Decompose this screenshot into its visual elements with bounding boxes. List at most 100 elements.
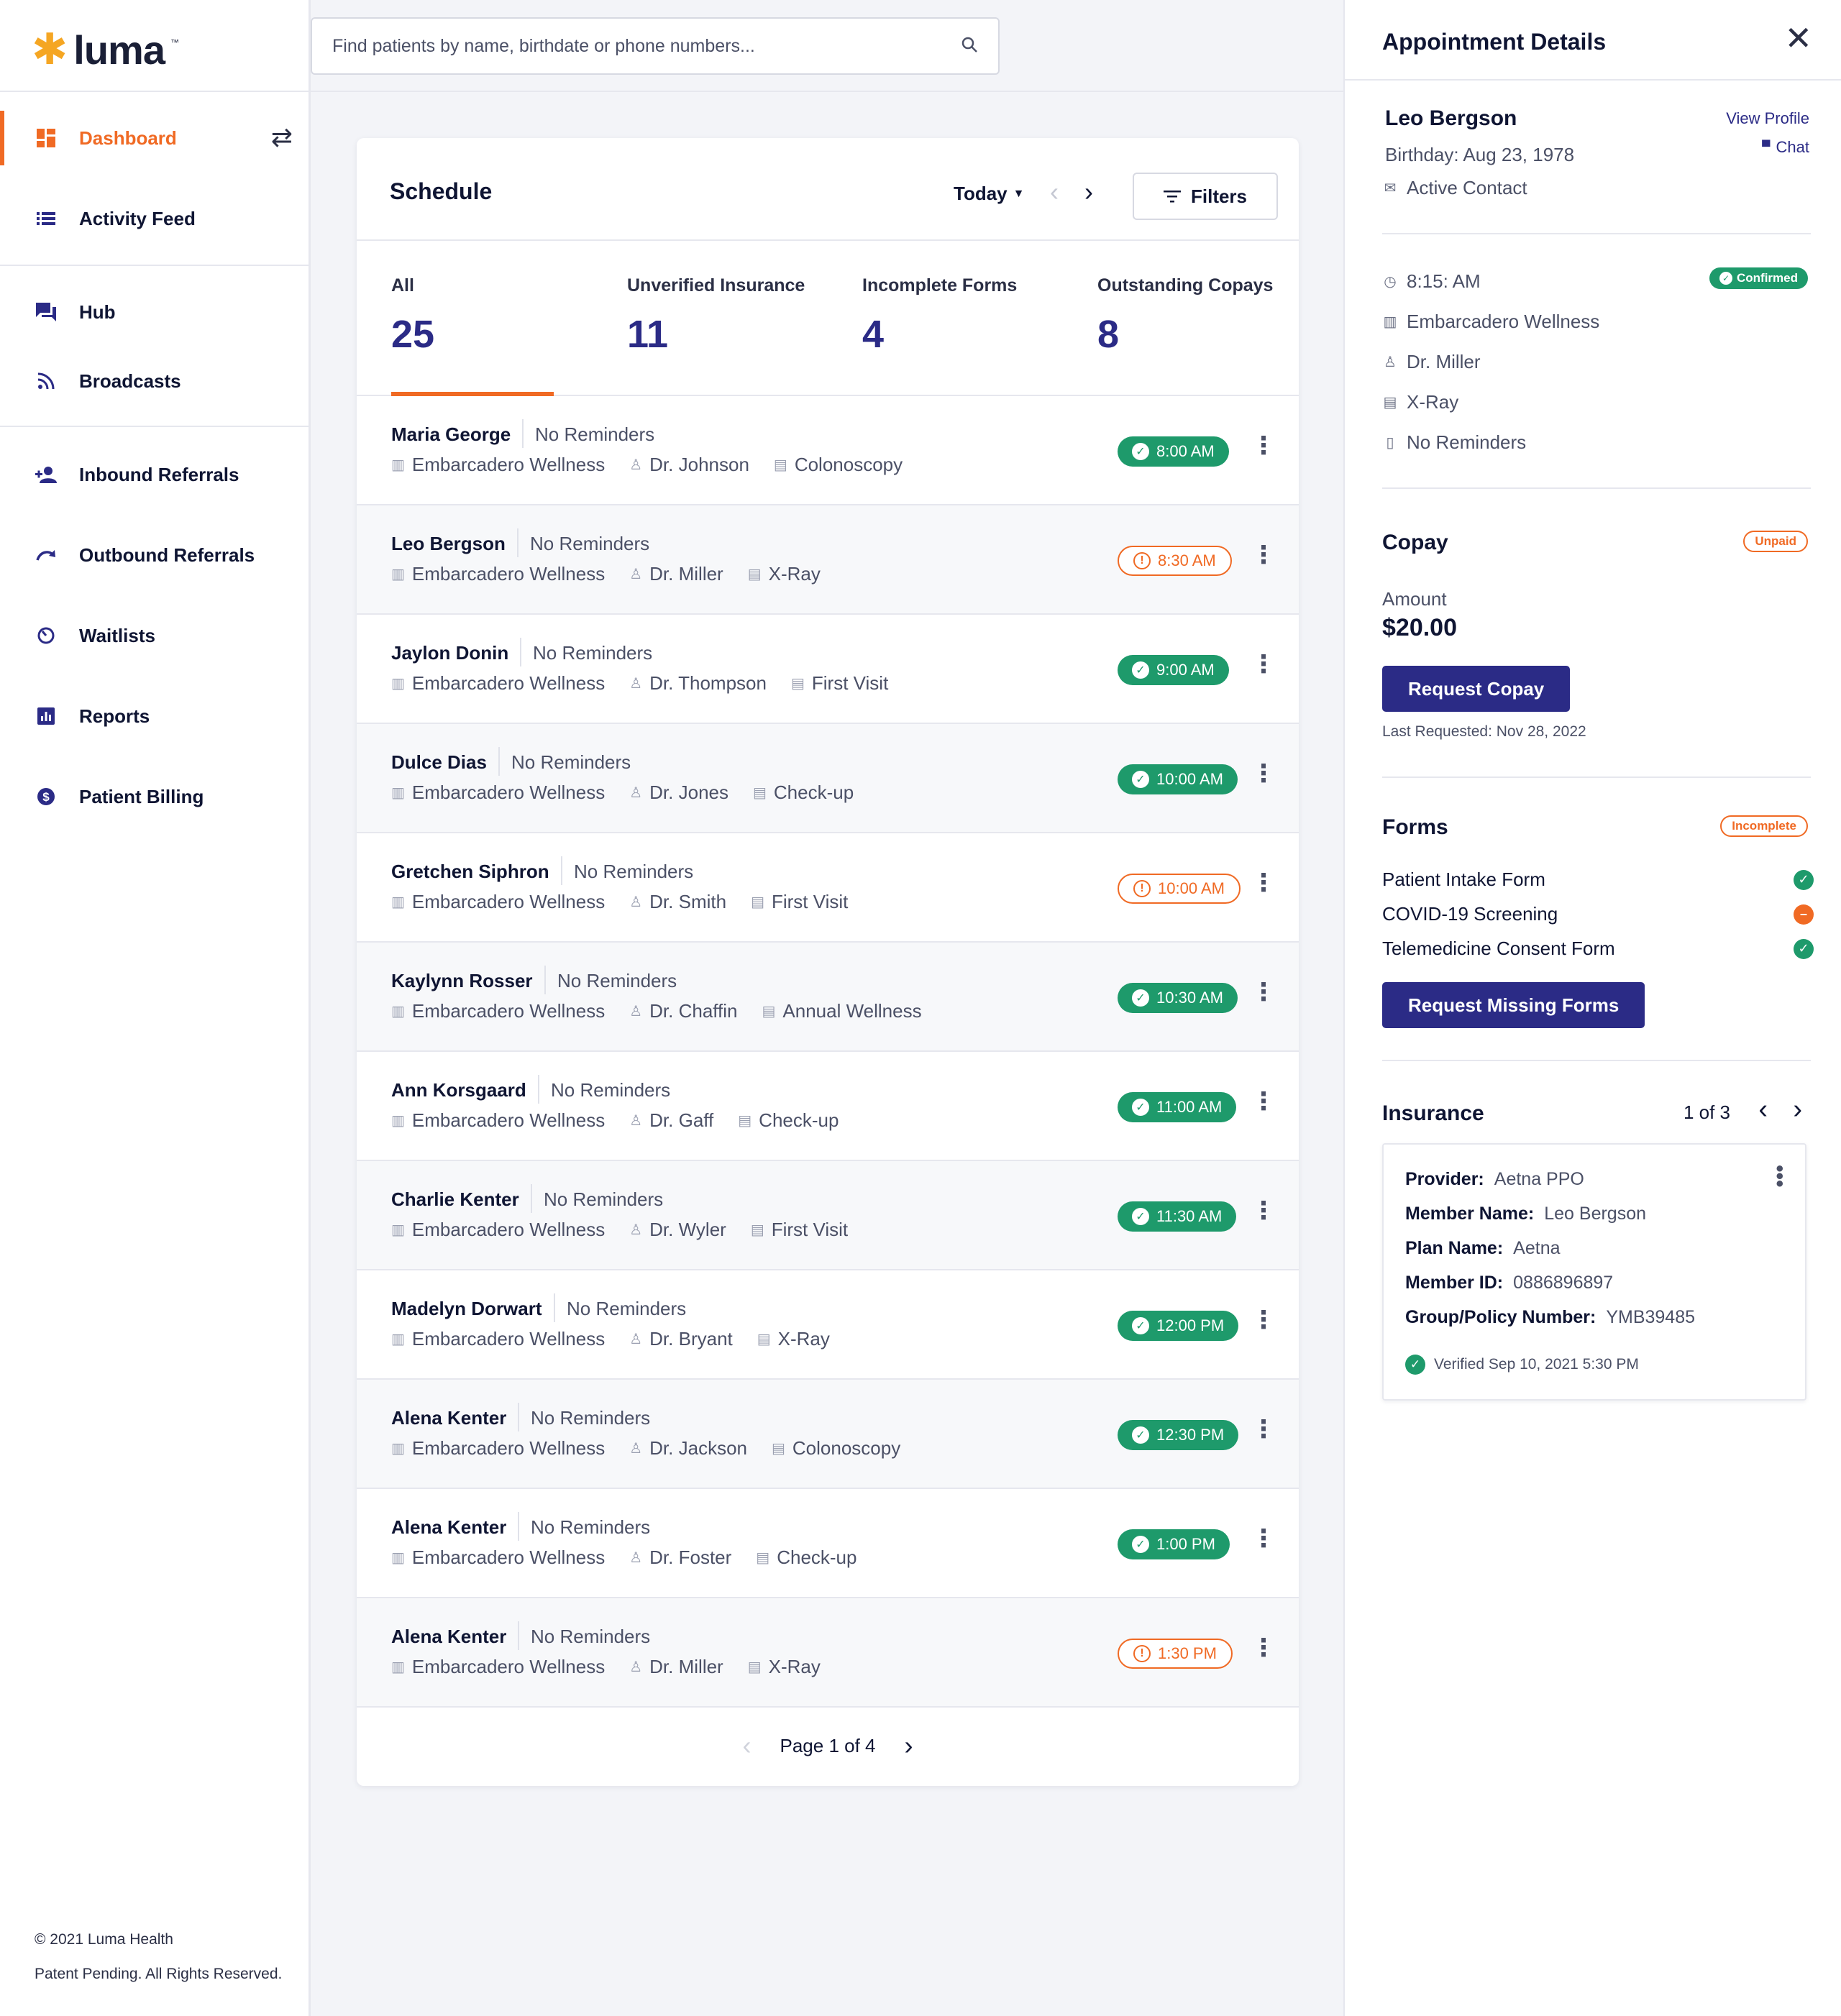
time-badge[interactable]: ✓ 12:00 PM bbox=[1118, 1311, 1239, 1341]
next-day-icon[interactable]: › bbox=[1084, 177, 1093, 207]
filters-button[interactable]: Filters bbox=[1133, 173, 1278, 220]
more-options-icon[interactable]: ⋮ bbox=[1251, 652, 1276, 677]
appointment-row[interactable]: Alena Kenter No Reminders ▥ Embarcadero Wel… bbox=[357, 1489, 1299, 1598]
patient-name[interactable]: Dulce Dias bbox=[391, 751, 487, 774]
time-badge[interactable]: ✓ 12:30 PM bbox=[1118, 1420, 1239, 1450]
check-icon: ✓ bbox=[1132, 1426, 1149, 1444]
stat-unverified-insurance[interactable]: Unverified Insurance 11 bbox=[627, 275, 805, 357]
swap-arrows-icon[interactable]: ⇄ bbox=[271, 122, 293, 152]
more-options-icon[interactable]: ••• bbox=[1768, 1165, 1791, 1188]
more-options-icon[interactable]: ⋮ bbox=[1251, 761, 1276, 786]
prev-insurance-icon[interactable]: ‹ bbox=[1758, 1094, 1768, 1125]
view-profile-link[interactable]: View Profile bbox=[1726, 109, 1809, 128]
close-icon[interactable]: ✕ bbox=[1784, 22, 1812, 55]
request-missing-forms-button[interactable]: Request Missing Forms bbox=[1382, 982, 1645, 1028]
sidebar-item-patient-billing[interactable]: $ Patient Billing bbox=[0, 769, 311, 824]
patient-name[interactable]: Madelyn Dorwart bbox=[391, 1298, 542, 1320]
time-badge[interactable]: ✓ 10:30 AM bbox=[1118, 983, 1238, 1013]
more-options-icon[interactable]: ⋮ bbox=[1251, 980, 1276, 1004]
appointment-row[interactable]: Kaylynn Rosser No Reminders ▥ Embarcadero W… bbox=[357, 943, 1299, 1052]
sidebar-item-reports[interactable]: Reports bbox=[0, 689, 311, 743]
separator bbox=[520, 638, 521, 666]
patient-search[interactable] bbox=[311, 17, 1000, 75]
sidebar-item-outbound-referrals[interactable]: Outbound Referrals bbox=[0, 528, 311, 582]
patient-name[interactable]: Ann Korsgaard bbox=[391, 1079, 526, 1101]
panel-title: Appointment Details bbox=[1382, 29, 1607, 55]
meta-doctor: ♙ Dr. Smith bbox=[629, 891, 726, 913]
meta-location: ▥ Embarcadero Wellness bbox=[391, 891, 605, 913]
more-options-icon[interactable]: ⋮ bbox=[1251, 1526, 1276, 1551]
prev-day-icon[interactable]: ‹ bbox=[1050, 177, 1059, 207]
building-icon: ▥ bbox=[1383, 314, 1397, 330]
appointment-row[interactable]: Alena Kenter No Reminders ▥ Embarcadero Wel… bbox=[357, 1598, 1299, 1708]
sidebar-item-hub[interactable]: Hub bbox=[0, 285, 311, 339]
chat-link[interactable]: ▀ Chat bbox=[1762, 138, 1809, 157]
sidebar-item-waitlists[interactable]: Waitlists bbox=[0, 608, 311, 663]
appointment-row[interactable]: Maria George No Reminders ▥ Embarcadero Wel… bbox=[357, 396, 1299, 505]
luma-logo[interactable]: ✱ luma ™ bbox=[32, 24, 179, 75]
patient-name[interactable]: Alena Kenter bbox=[391, 1626, 506, 1648]
appointment-time: ◷ 8:15: AM bbox=[1382, 270, 1480, 293]
time-badge[interactable]: ✓ 9:00 AM bbox=[1118, 655, 1229, 685]
time-badge[interactable]: ! 8:30 AM bbox=[1118, 546, 1232, 576]
next-insurance-icon[interactable]: › bbox=[1793, 1094, 1802, 1125]
stat-outstanding-copays[interactable]: Outstanding Copays 8 bbox=[1097, 275, 1273, 357]
more-options-icon[interactable]: ⋮ bbox=[1251, 1089, 1276, 1114]
next-page-icon[interactable]: › bbox=[905, 1731, 913, 1761]
more-options-icon[interactable]: ⋮ bbox=[1251, 1308, 1276, 1332]
appointment-row[interactable]: Leo Bergson No Reminders ▥ Embarcadero Well… bbox=[357, 505, 1299, 615]
sidebar-item-dashboard[interactable]: Dashboard bbox=[0, 111, 311, 165]
more-options-icon[interactable]: ⋮ bbox=[1251, 871, 1276, 895]
person-icon: ♙ bbox=[629, 894, 643, 910]
time-badge[interactable]: ✓ 8:00 AM bbox=[1118, 436, 1229, 467]
prev-page-icon[interactable]: ‹ bbox=[743, 1731, 752, 1761]
appointment-row[interactable]: Dulce Dias No Reminders ▥ Embarcadero Welln… bbox=[357, 724, 1299, 833]
time-badge[interactable]: ✓ 11:30 AM bbox=[1118, 1201, 1237, 1232]
appointment-meta: ▥ Embarcadero Wellness ♙ Dr. Jones ▤ Check-up bbox=[391, 782, 878, 804]
more-options-icon[interactable]: ⋮ bbox=[1251, 434, 1276, 458]
appointment-row[interactable]: Gretchen Siphron No Reminders ▥ Embarcadero… bbox=[357, 833, 1299, 943]
time-badge[interactable]: ! 10:00 AM bbox=[1118, 874, 1241, 904]
time-badge[interactable]: ✓ 10:00 AM bbox=[1118, 764, 1238, 794]
patient-name[interactable]: Maria George bbox=[391, 423, 511, 446]
minus-circle-icon: – bbox=[1794, 904, 1814, 925]
separator bbox=[554, 1293, 555, 1322]
patient-name[interactable]: Alena Kenter bbox=[391, 1516, 506, 1539]
stat-incomplete-forms[interactable]: Incomplete Forms 4 bbox=[862, 275, 1017, 357]
patient-name[interactable]: Alena Kenter bbox=[391, 1407, 506, 1429]
patient-name[interactable]: Kaylynn Rosser bbox=[391, 970, 533, 992]
more-options-icon[interactable]: ⋮ bbox=[1251, 1199, 1276, 1223]
request-copay-button[interactable]: Request Copay bbox=[1382, 666, 1571, 712]
more-options-icon[interactable]: ⋮ bbox=[1251, 1417, 1276, 1442]
patient-name[interactable]: Leo Bergson bbox=[391, 533, 506, 555]
person-icon: ♙ bbox=[629, 785, 643, 801]
date-range-dropdown[interactable]: Today ▼ bbox=[954, 183, 1024, 205]
sidebar-item-activity-feed[interactable]: Activity Feed bbox=[0, 191, 311, 246]
time-badge[interactable]: ! 1:30 PM bbox=[1118, 1639, 1233, 1669]
appointment-row[interactable]: Madelyn Dorwart No Reminders ▥ Embarcadero … bbox=[357, 1270, 1299, 1380]
appointment-row[interactable]: Alena Kenter No Reminders ▥ Embarcadero Wel… bbox=[357, 1380, 1299, 1489]
search-input[interactable] bbox=[332, 35, 961, 57]
type-label: First Visit bbox=[811, 672, 889, 694]
stat-all[interactable]: All 25 bbox=[391, 275, 434, 357]
check-icon: ✓ bbox=[1132, 1099, 1149, 1116]
time-badge[interactable]: ✓ 1:00 PM bbox=[1118, 1529, 1230, 1559]
more-options-icon[interactable]: ⋮ bbox=[1251, 1636, 1276, 1660]
patient-name[interactable]: Charlie Kenter bbox=[391, 1188, 519, 1211]
meta-location: ▥ Embarcadero Wellness bbox=[391, 1656, 605, 1678]
more-options-icon[interactable]: ⋮ bbox=[1251, 543, 1276, 567]
location-label: Embarcadero Wellness bbox=[411, 782, 606, 803]
appointment-row[interactable]: Jaylon Donin No Reminders ▥ Embarcadero Wel… bbox=[357, 615, 1299, 724]
appointment-row[interactable]: Ann Korsgaard No Reminders ▥ Embarcadero We… bbox=[357, 1052, 1299, 1161]
patient-name[interactable]: Jaylon Donin bbox=[391, 642, 508, 664]
appointment-row[interactable]: Charlie Kenter No Reminders ▥ Embarcadero W… bbox=[357, 1161, 1299, 1270]
time-badge[interactable]: ✓ 11:00 AM bbox=[1118, 1092, 1237, 1122]
search-icon[interactable] bbox=[961, 36, 978, 57]
meta-doctor: ♙ Dr. Thompson bbox=[629, 672, 767, 695]
copay-title: Copay bbox=[1382, 531, 1448, 554]
sidebar-item-broadcasts[interactable]: Broadcasts bbox=[0, 354, 311, 408]
patient-name[interactable]: Gretchen Siphron bbox=[391, 861, 549, 883]
doctor-label: Dr. Wyler bbox=[649, 1219, 726, 1240]
sidebar-item-inbound-referrals[interactable]: Inbound Referrals bbox=[0, 447, 311, 502]
field-value: Aetna bbox=[1513, 1238, 1561, 1258]
